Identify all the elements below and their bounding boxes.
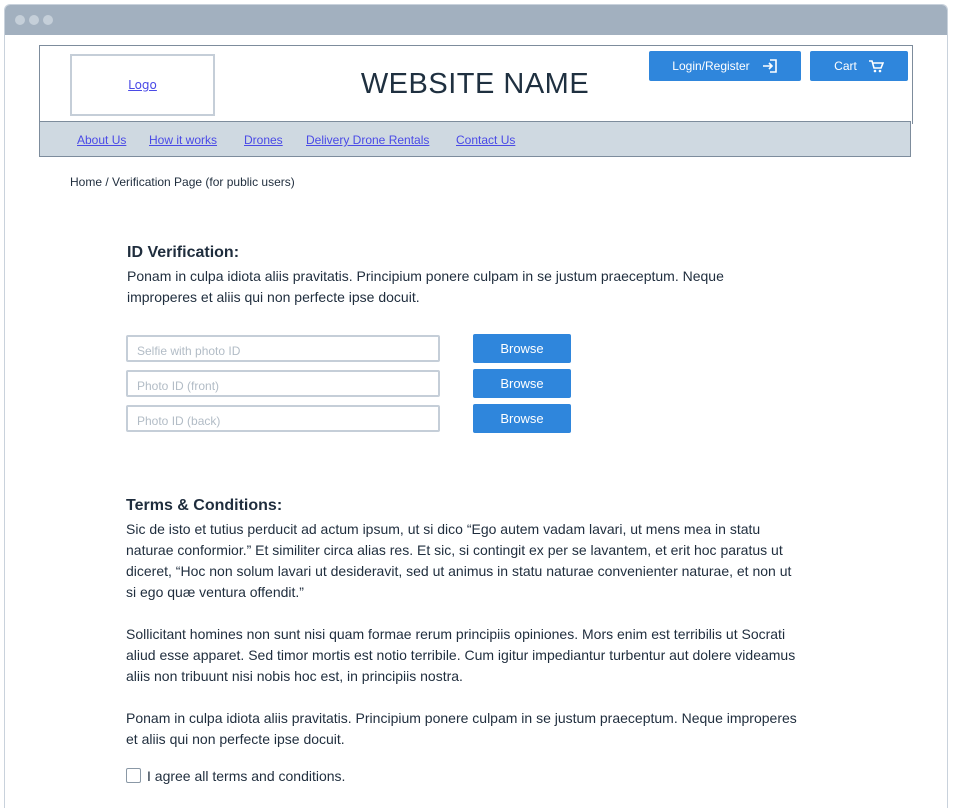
window-dot-icon	[15, 15, 25, 25]
cart-label: Cart	[834, 59, 857, 73]
login-register-button[interactable]: Login/Register	[649, 51, 801, 81]
terms-paragraph: Sic de isto et tutius perducit ad actum …	[126, 521, 792, 600]
photo-id-front-field[interactable]: Photo ID (front)	[126, 370, 440, 397]
breadcrumb: Home / Verification Page (for public use…	[70, 175, 295, 189]
terms-title: Terms & Conditions:	[126, 497, 283, 514]
nav-link-about-us[interactable]: About Us	[77, 133, 126, 147]
window-dot-icon	[43, 15, 53, 25]
nav-link-contact-us[interactable]: Contact Us	[456, 133, 515, 147]
cart-icon	[868, 59, 884, 73]
cart-button[interactable]: Cart	[810, 51, 908, 81]
browse-selfie-button[interactable]: Browse	[473, 334, 571, 363]
nav-link-delivery-drone-rentals[interactable]: Delivery Drone Rentals	[306, 133, 429, 147]
main-nav: About Us How it works Drones Delivery Dr…	[39, 121, 911, 157]
window-titlebar	[5, 5, 947, 35]
browse-back-button[interactable]: Browse	[473, 404, 571, 433]
terms-section: Terms & Conditions: Sic de isto et tutiu…	[126, 497, 801, 750]
site-header: Logo WEBSITE NAME Login/Register Cart	[39, 45, 913, 124]
id-verification-section: ID Verification: Ponam in culpa idiota a…	[127, 244, 787, 308]
window-dot-icon	[29, 15, 39, 25]
id-verification-text: Ponam in culpa idiota aliis pravitatis. …	[127, 268, 724, 305]
site-name: WEBSITE NAME	[360, 68, 590, 100]
browse-front-button[interactable]: Browse	[473, 369, 571, 398]
agree-checkbox[interactable]	[126, 768, 141, 783]
terms-paragraph: Ponam in culpa idiota aliis pravitatis. …	[126, 710, 797, 747]
selfie-upload-field[interactable]: Selfie with photo ID	[126, 335, 440, 362]
nav-link-how-it-works[interactable]: How it works	[149, 133, 217, 147]
photo-id-back-field[interactable]: Photo ID (back)	[126, 405, 440, 432]
browser-window: Logo WEBSITE NAME Login/Register Cart Ab…	[4, 4, 948, 808]
login-icon	[762, 59, 778, 73]
logo-link[interactable]: Logo	[128, 78, 157, 92]
logo-placeholder[interactable]: Logo	[70, 54, 215, 116]
nav-link-drones[interactable]: Drones	[244, 133, 283, 147]
terms-paragraph: Sollicitant homines non sunt nisi quam f…	[126, 626, 796, 684]
login-register-label: Login/Register	[672, 59, 750, 73]
agree-label[interactable]: I agree all terms and conditions.	[147, 768, 345, 784]
id-verification-title: ID Verification:	[127, 244, 240, 261]
